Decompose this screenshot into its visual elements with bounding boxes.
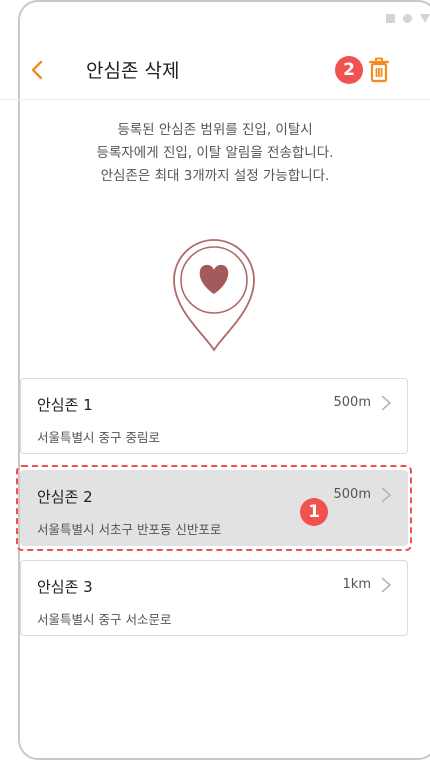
annotation-badge-1: 1 bbox=[300, 498, 328, 526]
chevron-right-icon bbox=[381, 487, 392, 503]
zone-card-1[interactable]: 안심존 1 500m 서울특별시 중구 중림로 bbox=[20, 378, 408, 454]
status-square-icon bbox=[386, 14, 395, 23]
zone-name: 안심존 3 bbox=[37, 578, 93, 596]
chevron-right-icon bbox=[381, 395, 392, 411]
chevron-left-icon bbox=[31, 60, 43, 80]
annotation-badge-2: 2 bbox=[335, 56, 363, 84]
description-line-1: 등록된 안심존 범위를 진입, 이탈시 bbox=[117, 122, 313, 138]
page-title: 안심존 삭제 bbox=[86, 60, 180, 82]
location-heart-pin-icon bbox=[173, 239, 255, 352]
status-triangle-icon bbox=[420, 14, 430, 23]
zone-address: 서울특별시 서초구 반포동 신반포로 bbox=[37, 522, 222, 537]
description-text: 등록된 안심존 범위를 진입, 이탈시 등록자에게 진입, 이탈 알림을 전송합… bbox=[0, 119, 430, 188]
zone-card-3[interactable]: 안심존 3 1km 서울특별시 중구 서소문로 bbox=[20, 560, 408, 636]
zone-distance: 500m bbox=[333, 395, 371, 410]
zone-address: 서울특별시 중구 중림로 bbox=[37, 430, 160, 445]
zone-name: 안심존 1 bbox=[37, 396, 93, 414]
back-button[interactable] bbox=[22, 52, 52, 88]
zone-distance: 500m bbox=[333, 487, 371, 502]
zone-name: 안심존 2 bbox=[37, 488, 93, 506]
status-bar bbox=[386, 14, 430, 23]
trash-icon bbox=[368, 57, 390, 83]
status-circle-icon bbox=[403, 14, 412, 23]
zone-card-2[interactable]: 안심존 2 500m 서울특별시 서초구 반포동 신반포로 bbox=[20, 470, 408, 546]
zone-distance: 1km bbox=[342, 577, 371, 592]
description-line-3: 안심존은 최대 3개까지 설정 가능합니다. bbox=[100, 168, 330, 184]
chevron-right-icon bbox=[381, 577, 392, 593]
app-header: 안심존 삭제 2 bbox=[0, 40, 430, 100]
zone-address: 서울특별시 중구 서소문로 bbox=[37, 612, 172, 627]
description-line-2: 등록자에게 진입, 이탈 알림을 전송합니다. bbox=[96, 145, 334, 161]
delete-button[interactable] bbox=[364, 54, 394, 86]
